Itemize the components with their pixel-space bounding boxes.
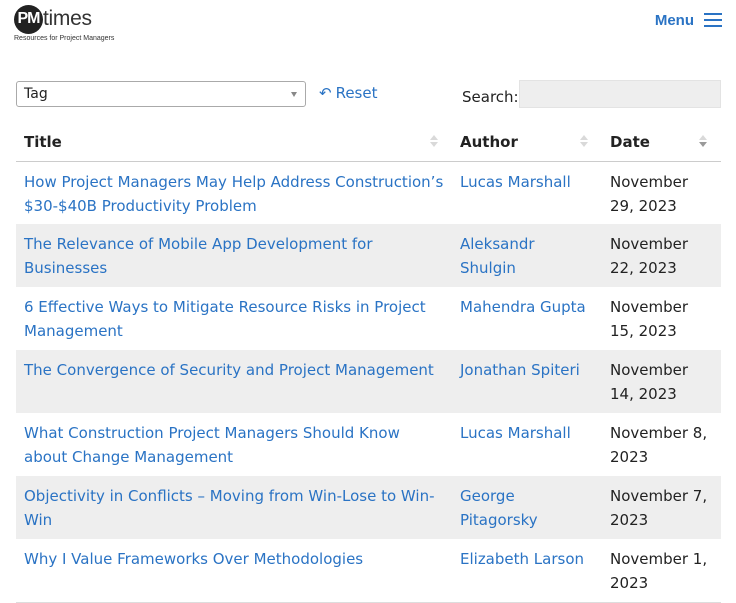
tag-select-value: Tag <box>24 86 48 102</box>
logo-wordmark: times <box>43 7 92 30</box>
author-link[interactable]: Aleksandr Shulgin <box>460 235 535 277</box>
table-row: Objectivity in Conflicts – Moving from W… <box>16 476 721 539</box>
author-link[interactable]: Jonathan Spiteri <box>460 361 580 379</box>
site-logo[interactable]: PM times Resources for Project Managers <box>14 4 114 42</box>
reset-button[interactable]: ↶ Reset <box>319 84 377 102</box>
menu-button[interactable]: Menu <box>655 9 722 31</box>
table-row: How Project Managers May Help Address Co… <box>16 161 721 224</box>
article-title-link[interactable]: The Relevance of Mobile App Development … <box>24 235 373 277</box>
sort-descending-icon <box>699 135 707 147</box>
table-row: The Relevance of Mobile App Development … <box>16 224 721 287</box>
menu-label: Menu <box>654 11 694 29</box>
column-header-author[interactable]: Author <box>452 123 602 162</box>
table-row: 6 Effective Ways to Mitigate Resource Ri… <box>16 287 721 350</box>
undo-icon: ↶ <box>319 84 332 102</box>
table-row: What Construction Project Managers Shoul… <box>16 413 721 476</box>
search-label: Search: <box>462 88 519 106</box>
reset-label: Reset <box>335 84 378 102</box>
article-date: November 29, 2023 <box>610 172 689 215</box>
article-title-link[interactable]: How Project Managers May Help Address Co… <box>24 173 443 215</box>
author-link[interactable]: Elizabeth Larson <box>460 550 584 568</box>
author-link[interactable]: Mahendra Gupta <box>460 298 586 316</box>
logo-tagline: Resources for Project Managers <box>14 35 115 42</box>
article-date: November 14, 2023 <box>610 361 689 403</box>
article-title-link[interactable]: The Convergence of Security and Project … <box>24 361 434 379</box>
table-row: The Convergence of Security and Project … <box>16 350 721 413</box>
articles-table: Title Author Date How Project Managers M… <box>16 123 721 603</box>
article-date: November 22, 2023 <box>610 235 689 277</box>
table-header-row: Title Author Date <box>16 123 721 162</box>
sort-icon <box>430 135 438 147</box>
column-header-title[interactable]: Title <box>16 123 452 162</box>
article-date: November 7, 2023 <box>610 487 708 529</box>
hamburger-icon <box>704 9 722 31</box>
column-header-date[interactable]: Date <box>602 123 721 162</box>
chevron-down-icon <box>291 92 297 97</box>
logo-mark: PM <box>14 4 43 34</box>
article-title-link[interactable]: 6 Effective Ways to Mitigate Resource Ri… <box>24 298 426 340</box>
tag-filter-select[interactable]: Tag <box>16 81 306 107</box>
table-row: Why I Value Frameworks Over Methodologie… <box>16 539 721 603</box>
article-title-link[interactable]: What Construction Project Managers Shoul… <box>24 424 400 466</box>
search-input[interactable] <box>519 80 721 108</box>
author-link[interactable]: Lucas Marshall <box>460 424 571 442</box>
article-date: November 15, 2023 <box>610 298 689 340</box>
column-title-label: Title <box>24 132 62 151</box>
author-link[interactable]: Lucas Marshall <box>460 173 571 191</box>
column-date-label: Date <box>610 132 650 151</box>
author-link[interactable]: George Pitagorsky <box>460 487 538 529</box>
article-title-link[interactable]: Why I Value Frameworks Over Methodologie… <box>24 550 363 568</box>
site-header: PM times Resources for Project Managers … <box>0 0 736 60</box>
article-date: November 1, 2023 <box>602 539 721 603</box>
article-date: November 8, 2023 <box>610 424 708 466</box>
table-controls: Tag ↶ Reset Search: <box>16 80 721 110</box>
sort-icon <box>580 135 588 147</box>
column-author-label: Author <box>460 132 518 151</box>
article-title-link[interactable]: Objectivity in Conflicts – Moving from W… <box>24 487 435 529</box>
